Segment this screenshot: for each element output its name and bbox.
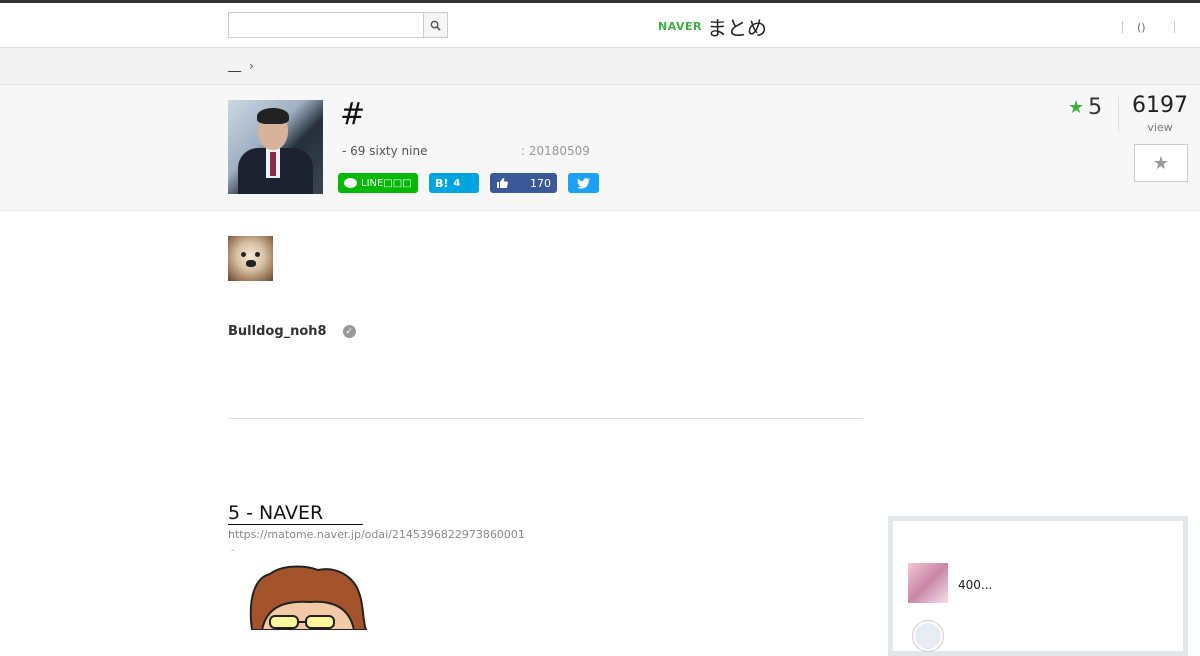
thumbs-up-icon bbox=[497, 178, 508, 188]
article-header: # - 69 sixty nine : 20180509 LINE□□□ B! … bbox=[0, 85, 1200, 211]
photo-hair bbox=[257, 108, 289, 124]
share-buttons: LINE□□□ B! 4 170 bbox=[338, 173, 610, 193]
link-card-title[interactable]: 5 - NAVER bbox=[228, 502, 364, 525]
sidebar-item-text[interactable]: 400... bbox=[958, 578, 992, 592]
avatar-detail bbox=[241, 252, 246, 257]
facebook-like-button[interactable]: 170 bbox=[490, 173, 557, 193]
curator-info[interactable]: Bulldog_noh8 ✓ bbox=[228, 324, 356, 339]
section-divider bbox=[228, 418, 863, 419]
separator bbox=[1122, 21, 1123, 33]
site-logo[interactable]: NAVER まとめ bbox=[658, 12, 767, 40]
avatar-detail bbox=[255, 252, 260, 257]
user-menu[interactable]: () bbox=[1122, 17, 1182, 37]
breadcrumb: __ › bbox=[0, 48, 1200, 85]
link-card-url[interactable]: https://matome.naver.jp/odai/21453968229… bbox=[228, 528, 525, 541]
star-icon: ★ bbox=[1152, 152, 1170, 174]
favorite-count-value: 5 bbox=[1088, 95, 1103, 120]
sidebar-panel: 400... bbox=[888, 516, 1188, 656]
user-label: () bbox=[1137, 20, 1146, 34]
twitter-share-button[interactable] bbox=[568, 173, 599, 193]
facebook-count: 170 bbox=[530, 176, 551, 190]
avatar-detail bbox=[246, 260, 256, 267]
breadcrumb-item[interactable]: __ bbox=[228, 58, 241, 73]
hatena-icon: B! bbox=[435, 176, 449, 190]
search-icon bbox=[430, 20, 441, 31]
hatena-count: 4 bbox=[453, 177, 461, 189]
link-card-image[interactable] bbox=[240, 560, 380, 630]
line-share-button[interactable]: LINE□□□ bbox=[338, 173, 418, 193]
sidebar-item-thumbnail[interactable] bbox=[913, 621, 943, 651]
author-name[interactable]: - 69 sixty nine bbox=[342, 144, 427, 158]
favorite-count: ★ 5 bbox=[1068, 95, 1102, 120]
curator-avatar[interactable] bbox=[228, 236, 273, 281]
chevron-right-icon: › bbox=[249, 58, 254, 73]
logo-brand: NAVER bbox=[658, 19, 702, 33]
page-title: # bbox=[340, 97, 366, 132]
twitter-bird-icon bbox=[577, 177, 590, 189]
illustration-image bbox=[249, 565, 368, 630]
add-favorite-button[interactable]: ★ bbox=[1134, 144, 1188, 182]
top-navigation-bar: NAVER まとめ () bbox=[0, 0, 1200, 48]
author-photo[interactable] bbox=[228, 100, 323, 194]
curator-name: Bulldog_noh8 bbox=[228, 324, 327, 339]
photo-tie bbox=[270, 152, 276, 176]
publish-date: : 20180509 bbox=[521, 144, 590, 158]
link-card-description: - bbox=[231, 545, 235, 556]
verified-check-icon: ✓ bbox=[342, 325, 356, 338]
breadcrumb-trail: __ › bbox=[228, 58, 254, 73]
view-label: view bbox=[1147, 121, 1173, 134]
line-icon bbox=[344, 178, 357, 188]
star-icon: ★ bbox=[1068, 97, 1085, 118]
hatena-bookmark-button[interactable]: B! 4 bbox=[429, 173, 479, 193]
logo-name: まとめ bbox=[706, 15, 767, 40]
view-count: 6197 bbox=[1132, 93, 1188, 118]
separator bbox=[1173, 21, 1175, 33]
sidebar-item-thumbnail[interactable] bbox=[908, 563, 948, 603]
divider bbox=[1118, 97, 1119, 131]
search-button[interactable] bbox=[423, 12, 448, 38]
line-share-label: LINE□□□ bbox=[361, 177, 412, 189]
search-input[interactable] bbox=[228, 12, 424, 38]
